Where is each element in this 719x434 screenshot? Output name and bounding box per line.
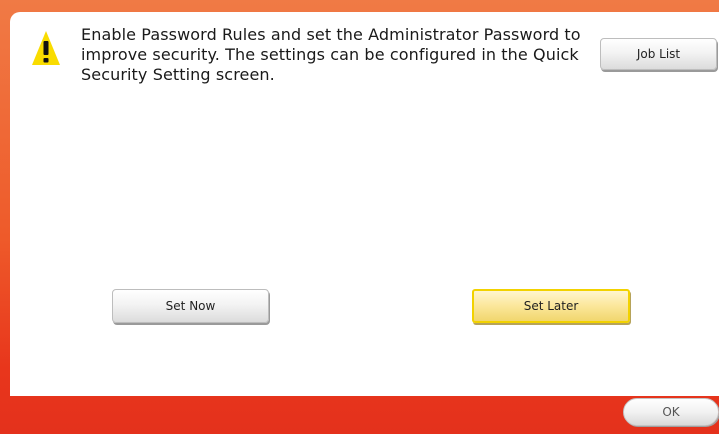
ok-button[interactable]: OK <box>623 398 719 426</box>
security-message: Enable Password Rules and set the Admini… <box>81 25 581 84</box>
warning-icon <box>32 31 60 65</box>
job-list-button[interactable]: Job List <box>600 38 717 70</box>
set-later-button[interactable]: Set Later <box>472 289 630 323</box>
set-now-button[interactable]: Set Now <box>112 289 269 323</box>
